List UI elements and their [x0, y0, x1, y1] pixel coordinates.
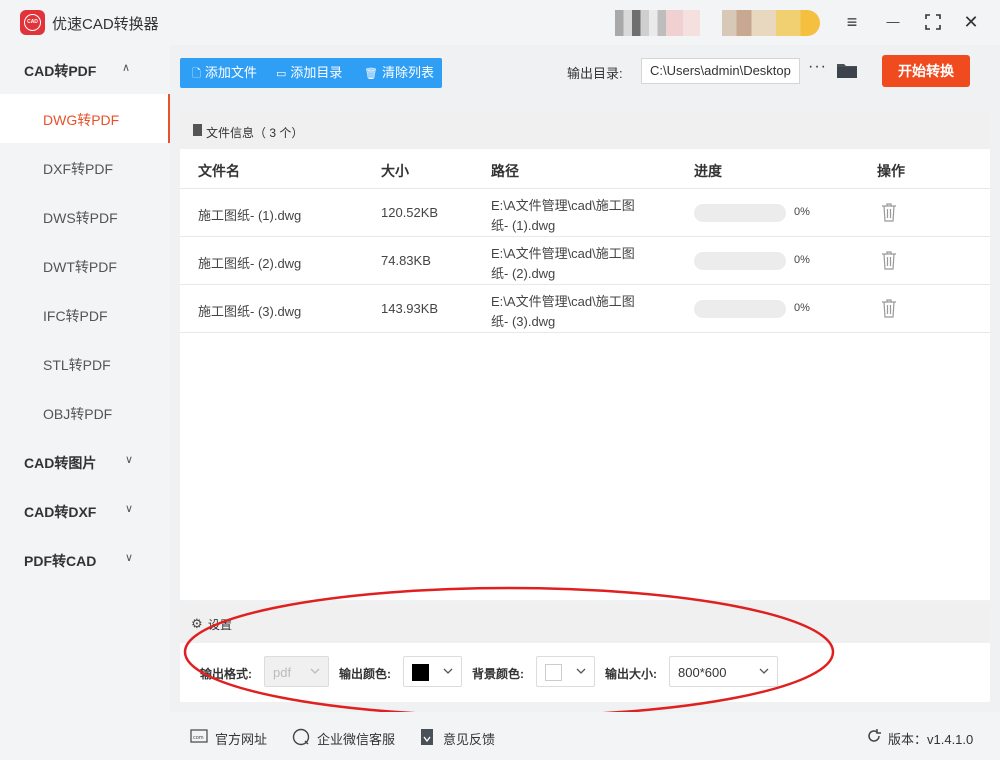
chevron-down-icon: ∨ — [125, 503, 134, 515]
chevron-down-icon: ∨ — [125, 552, 134, 564]
color-swatch — [412, 664, 429, 681]
background-color-label: 背景颜色: — [472, 667, 524, 681]
chevron-up-icon: ∧ — [122, 62, 131, 74]
delete-icon[interactable] — [880, 202, 898, 222]
delete-icon[interactable] — [880, 250, 898, 270]
official-website-link[interactable]: 官方网址 — [215, 729, 267, 748]
output-size-select[interactable]: 800*600 — [669, 656, 778, 687]
refresh-icon — [868, 729, 881, 742]
file-path: E:\A文件管理\cad\施工图 纸- (2).dwg — [491, 246, 635, 281]
sidebar-group-cad-to-dxf[interactable]: CAD转DXF ∨ — [0, 486, 170, 535]
start-convert-button[interactable]: 开始转换 — [882, 55, 970, 87]
sidebar-item-dwg-to-pdf[interactable]: DWG转PDF — [0, 94, 170, 143]
sidebar-group-pdf-to-cad[interactable]: PDF转CAD ∨ — [0, 535, 170, 584]
column-header-name: 文件名 — [198, 163, 240, 179]
sidebar-item-dxf-to-pdf[interactable]: DXF转PDF — [0, 143, 170, 192]
minimize-icon[interactable]: — — [880, 10, 906, 34]
app-logo: CAD — [20, 10, 45, 35]
sidebar-item-dwt-to-pdf[interactable]: DWT转PDF — [0, 241, 170, 290]
file-name: 施工图纸- (2).dwg — [198, 256, 302, 271]
color-swatch — [545, 664, 562, 681]
file-path: E:\A文件管理\cad\施工图 纸- (3).dwg — [491, 294, 635, 329]
gear-icon: ⚙ — [191, 616, 203, 631]
output-color-select[interactable] — [403, 656, 462, 687]
column-header-size: 大小 — [381, 163, 409, 179]
column-header-action: 操作 — [877, 163, 905, 179]
output-dir-label: 输出目录: — [567, 66, 623, 81]
maximize-icon[interactable] — [920, 10, 946, 34]
progress-bar — [694, 204, 786, 222]
table-row[interactable]: 施工图纸- (3).dwg 143.93KB E:\A文件管理\cad\施工图纸… — [180, 285, 990, 333]
column-header-progress: 进度 — [694, 163, 722, 179]
menu-icon[interactable]: ≡ — [839, 10, 865, 34]
output-format-select: pdf — [264, 656, 329, 687]
feedback-icon — [421, 729, 433, 745]
progress-percent: 0% — [794, 206, 810, 218]
progress-bar — [694, 252, 786, 270]
progress-percent: 0% — [794, 254, 810, 266]
chevron-down-icon — [443, 668, 453, 674]
column-header-path: 路径 — [491, 163, 519, 179]
close-icon[interactable]: ✕ — [958, 10, 984, 34]
folder-icon: ▭ — [276, 68, 287, 80]
sidebar-item-stl-to-pdf[interactable]: STL转PDF — [0, 339, 170, 388]
sidebar-item-dws-to-pdf[interactable]: DWS转PDF — [0, 192, 170, 241]
feedback-link[interactable]: 意见反馈 — [443, 729, 495, 748]
output-color-label: 输出颜色: — [339, 667, 391, 681]
clear-list-button[interactable]: 🗑 清除列表 — [364, 58, 434, 88]
file-name: 施工图纸- (1).dwg — [198, 208, 302, 223]
table-row[interactable]: 施工图纸- (2).dwg 74.83KB E:\A文件管理\cad\施工图 纸-… — [180, 237, 990, 285]
sidebar-group-cad-to-image[interactable]: CAD转图片 ∨ — [0, 437, 170, 486]
add-file-button[interactable]: 🗋 添加文件 — [192, 58, 257, 88]
file-icon: 🗋 — [192, 68, 201, 80]
background-color-select[interactable] — [536, 656, 595, 687]
version-label[interactable]: 版本：v1.4.1.0 — [888, 729, 973, 748]
wechat-icon — [292, 728, 310, 746]
add-directory-button[interactable]: ▭ 添加目录 — [276, 58, 342, 88]
table-row[interactable]: 施工图纸- (1).dwg 120.52KB E:\A文件管理\cad\施工图纸… — [180, 189, 990, 237]
document-icon — [193, 124, 202, 136]
trash-icon: 🗑 — [364, 68, 378, 80]
app-title: 优速CAD转换器 — [52, 16, 159, 33]
file-info-header: 文件信息（ 3 个） — [180, 112, 990, 149]
file-name: 施工图纸- (3).dwg — [198, 304, 302, 319]
file-toolbar: 🗋 添加文件 ▭ 添加目录 🗑 清除列表 — [180, 58, 442, 88]
output-dir-field[interactable]: C:\Users\admin\Desktop — [641, 58, 800, 84]
sidebar-item-ifc-to-pdf[interactable]: IFC转PDF — [0, 290, 170, 339]
sidebar: CAD转PDF ∧ DWG转PDF DXF转PDF DWS转PDF DWT转PD… — [0, 45, 170, 760]
output-size-label: 输出大小: — [605, 667, 657, 681]
progress-percent: 0% — [794, 302, 810, 314]
file-size: 143.93KB — [381, 301, 439, 316]
sidebar-item-obj-to-pdf[interactable]: OBJ转PDF — [0, 388, 170, 437]
table-header: 文件名 大小 路径 进度 操作 — [180, 149, 990, 189]
delete-icon[interactable] — [880, 298, 898, 318]
file-list-panel: 文件信息（ 3 个） 文件名 大小 路径 进度 操作 施工图纸- (1).dwg… — [180, 112, 990, 600]
file-size: 120.52KB — [381, 205, 439, 220]
svg-text:com: com — [193, 735, 204, 741]
user-avatar[interactable] — [615, 10, 700, 36]
wechat-support-link[interactable]: 企业微信客服 — [317, 729, 395, 748]
settings-header: ⚙ 设置 — [180, 603, 990, 643]
footer: com 官方网址 企业微信客服 意见反馈 版本：v1.4.1.0 — [170, 712, 1000, 760]
settings-panel: ⚙ 设置 输出格式: pdf 输出颜色: 背景颜色: 输出大小: 800*600 — [180, 603, 990, 702]
progress-bar — [694, 300, 786, 318]
file-size: 74.83KB — [381, 253, 431, 268]
chevron-down-icon — [759, 668, 769, 674]
title-bar: CAD 优速CAD转换器 ≡ — ✕ — [0, 0, 1000, 45]
chevron-down-icon — [310, 668, 320, 674]
chevron-down-icon — [576, 668, 586, 674]
file-path: E:\A文件管理\cad\施工图 纸- (1).dwg — [491, 198, 635, 233]
sidebar-group-cad-to-pdf[interactable]: CAD转PDF ∧ — [0, 45, 170, 94]
open-folder-icon[interactable] — [837, 62, 857, 78]
website-icon: com — [190, 729, 208, 743]
user-vip-badge[interactable] — [722, 10, 820, 36]
more-options-button[interactable]: ··· — [808, 58, 827, 76]
output-format-label: 输出格式: — [200, 667, 252, 681]
chevron-down-icon: ∨ — [125, 454, 134, 466]
